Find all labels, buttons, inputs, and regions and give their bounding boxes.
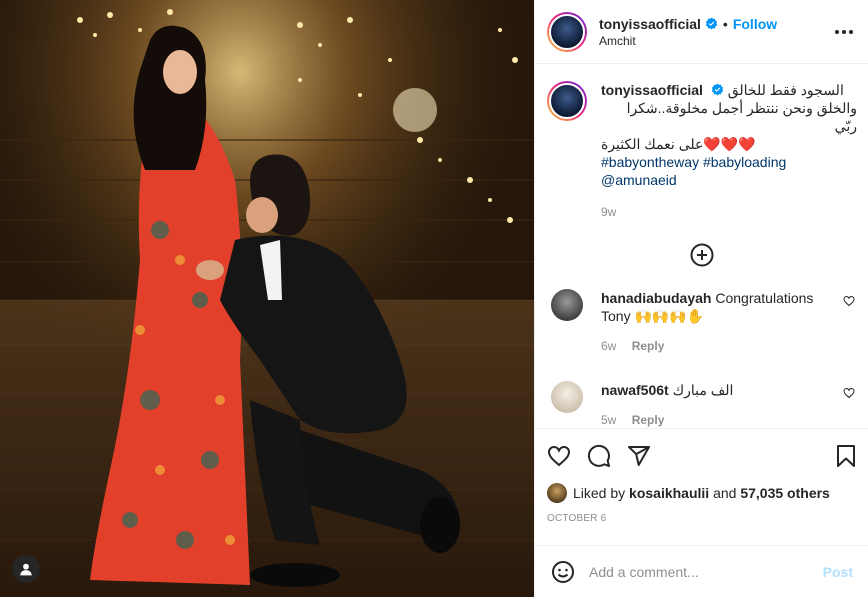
post-caption: tonyissaofficial السجود فقط للخالق والخل… [547, 81, 857, 221]
share-icon [628, 446, 650, 466]
share-button[interactable] [627, 436, 667, 476]
caption-avatar[interactable] [547, 81, 587, 121]
heart-icon[interactable] [843, 295, 855, 307]
caption-text-line-1: السجود فقط للخالق [727, 82, 844, 98]
comment-timestamp[interactable]: 6w [601, 339, 616, 353]
avatar[interactable] [551, 381, 583, 413]
hashtag-link[interactable]: #babyloading [703, 154, 786, 170]
comment-composer: Post [535, 545, 868, 597]
caption-text-line-2: والخلق ونحن ننتظر أجمل مخلوقة..شكرا ربّي [626, 100, 857, 134]
heart-icon [547, 445, 571, 467]
follow-button[interactable]: Follow [733, 16, 777, 32]
liked-by-user[interactable]: kosaikhaulii [629, 485, 709, 501]
load-more-comments-button[interactable] [547, 243, 857, 267]
avatar [547, 483, 567, 503]
more-options-icon[interactable] [832, 20, 856, 44]
author-info: tonyissaofficial • Follow Amchit [599, 16, 832, 48]
author-username[interactable]: tonyissaofficial [599, 16, 701, 32]
likes-and: and [713, 485, 737, 501]
reply-button[interactable]: Reply [632, 413, 665, 427]
mention-link[interactable]: @amunaeid [601, 172, 677, 188]
comment-icon [587, 444, 610, 467]
likes-prefix: Liked by [573, 485, 626, 501]
post-photo[interactable] [0, 0, 534, 597]
caption-text-line-3: على نعمك الكثيرة [601, 136, 704, 152]
post-location[interactable]: Amchit [599, 34, 832, 48]
separator-dot: • [722, 15, 728, 32]
post-actions: Liked by kosaikhaulii and 57,035 others … [535, 428, 868, 524]
author-avatar[interactable] [547, 11, 587, 52]
save-button[interactable] [817, 436, 857, 476]
post-photo-illustration [0, 0, 534, 597]
comment-button[interactable] [587, 436, 627, 476]
like-button[interactable] [547, 436, 587, 476]
caption-username[interactable]: tonyissaofficial [601, 82, 703, 98]
heart-icon[interactable] [843, 387, 855, 399]
post-date[interactable]: OCTOBER 6 [547, 513, 857, 524]
comment-item: nawaf506t الف مبارك 5w Reply [547, 381, 857, 427]
user-tag-icon[interactable] [12, 555, 40, 583]
comment-timestamp[interactable]: 5w [601, 413, 616, 427]
likes-summary[interactable]: Liked by kosaikhaulii and 57,035 others [547, 483, 857, 503]
caption-timestamp[interactable]: 9w [601, 203, 857, 221]
plus-circle-icon [690, 243, 714, 267]
reply-button[interactable]: Reply [632, 339, 665, 353]
comment-item: hanadiabudayah Congratulations Tony 🙌🙌🙌✋… [547, 289, 857, 355]
comment-username[interactable]: nawaf506t [601, 382, 669, 398]
comments-list[interactable]: tonyissaofficial السجود فقط للخالق والخل… [535, 65, 868, 427]
avatar[interactable] [551, 289, 583, 321]
hashtag-link[interactable]: #babyontheway [601, 154, 699, 170]
comment-input[interactable] [589, 563, 823, 580]
caption-hearts: ❤️❤️❤️ [703, 136, 756, 152]
comment-text: الف مبارك [672, 382, 734, 398]
action-bar [547, 429, 857, 483]
emoji-icon[interactable] [551, 560, 575, 584]
bookmark-icon [837, 445, 855, 467]
post-header: tonyissaofficial • Follow Amchit [535, 0, 868, 64]
post-sidebar: tonyissaofficial • Follow Amchit tonyiss… [534, 0, 868, 597]
likes-count[interactable]: 57,035 others [740, 485, 830, 501]
verified-badge-icon [705, 17, 718, 30]
comment-username[interactable]: hanadiabudayah [601, 290, 711, 306]
verified-badge-icon [711, 83, 723, 96]
post-comment-button[interactable]: Post [823, 564, 853, 580]
